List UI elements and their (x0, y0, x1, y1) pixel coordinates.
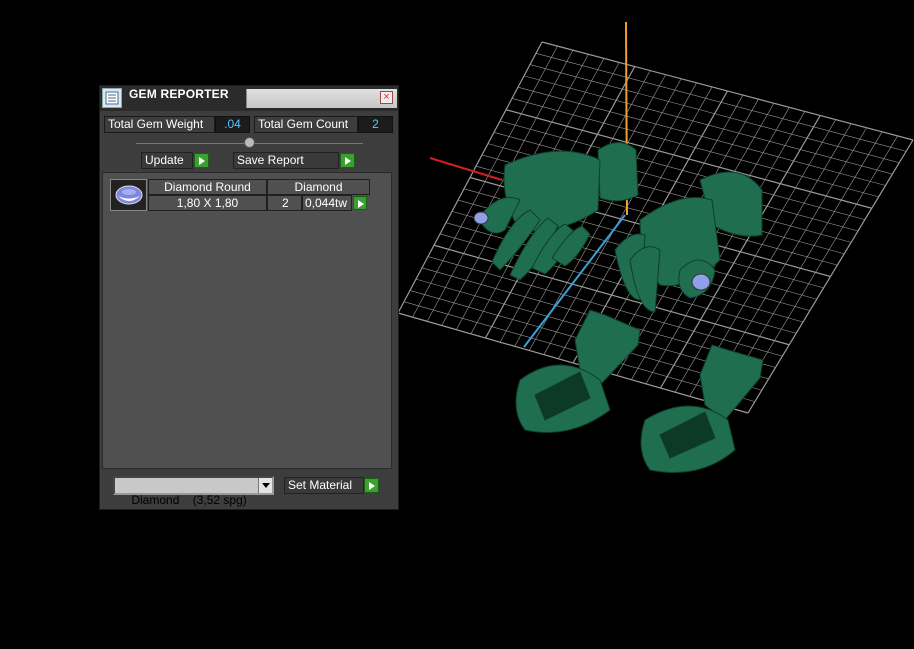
total-gem-count-label: Total Gem Count (254, 116, 358, 133)
material-select[interactable]: Diamond (3,52 spg) (113, 476, 274, 507)
gem-cut-cell: Diamond Round (148, 179, 267, 195)
gem-row-go-icon[interactable] (353, 196, 367, 210)
title-bar[interactable]: GEM REPORTER × (100, 86, 398, 111)
x-axis-line (429, 157, 503, 181)
panel-splitter-handle[interactable] (244, 137, 255, 148)
save-report-go-icon[interactable] (340, 153, 355, 168)
gem-size-cell: 1,80 X 1,80 (148, 195, 267, 211)
chevron-down-icon[interactable] (258, 478, 272, 493)
total-gem-weight-value: .04 (215, 116, 250, 133)
update-button[interactable]: Update (141, 152, 193, 169)
gem-material-cell: Diamond (267, 179, 370, 195)
gem-reporter-dialog: GEM REPORTER × Total Gem Weight .04 Tota… (99, 85, 399, 510)
total-gem-count-value: 2 (358, 116, 393, 133)
window-title: GEM REPORTER (129, 87, 229, 101)
close-icon[interactable]: × (380, 91, 393, 104)
update-go-icon[interactable] (194, 153, 209, 168)
material-select-value: Diamond (3,52 spg) (131, 493, 247, 507)
grid-line (747, 139, 914, 414)
right-shoe-model (640, 344, 764, 473)
title-drag-area[interactable] (246, 89, 397, 108)
left-hand-model (473, 142, 639, 281)
round-diamond-icon (115, 185, 142, 205)
total-gem-weight-label: Total Gem Weight (104, 116, 215, 133)
save-report-button[interactable]: Save Report (233, 152, 339, 169)
set-material-go-icon[interactable] (364, 478, 379, 493)
gem-list-panel[interactable]: Diamond Round Diamond 1,80 X 1,80 2 0,04… (102, 172, 392, 469)
gem-count-cell: 2 (267, 195, 302, 211)
gem-list.0.thumb (110, 179, 147, 211)
gem-reporter-app-icon (102, 88, 122, 108)
set-material-button[interactable]: Set Material (284, 477, 364, 494)
gem-weight-cell: 0,044tw (302, 195, 352, 211)
left-shoe-model (515, 309, 641, 433)
